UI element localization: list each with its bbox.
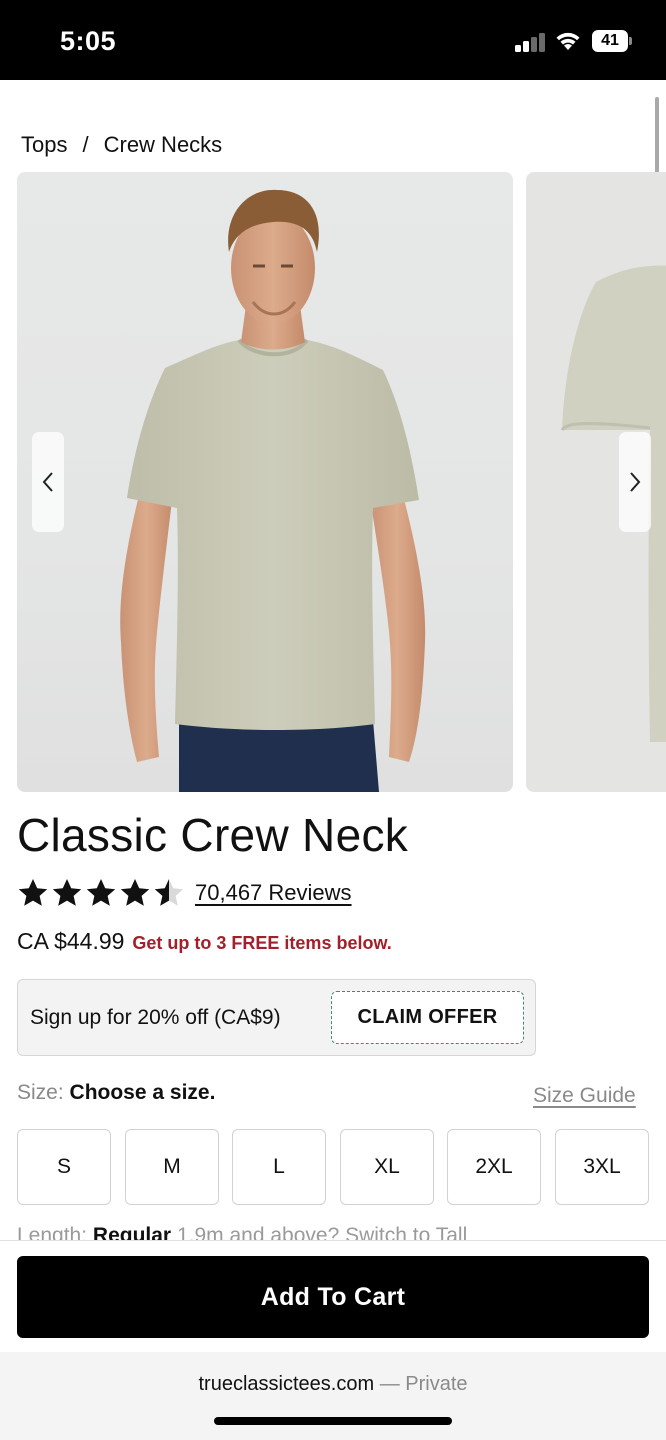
status-bar: 5:05 41 [0, 0, 666, 80]
length-value: Regular [92, 1226, 172, 1240]
private-mode-label: Private [405, 1373, 468, 1395]
browser-address-bar[interactable]: trueclassictees.com — Private [0, 1352, 666, 1440]
promo-text: Get up to 3 FREE items below. [132, 933, 392, 953]
add-to-cart-button[interactable]: Add To Cart [17, 1256, 649, 1338]
product-price: CA $44.99 [17, 928, 125, 954]
size-label-row: Size: Choose a size. [17, 1081, 215, 1105]
chevron-right-icon [630, 472, 641, 492]
star-full-icon [120, 879, 150, 906]
size-option-m[interactable]: M [125, 1129, 219, 1205]
size-option-xl[interactable]: XL [340, 1129, 434, 1205]
length-row: Length: Regular 1.9m and above? Switch t… [17, 1226, 657, 1240]
gallery-prev-button[interactable] [32, 432, 64, 532]
star-rating [17, 877, 185, 909]
claim-offer-button[interactable]: CLAIM OFFER [331, 991, 524, 1044]
switch-to-tall-link[interactable]: 1.9m and above? Switch to Tall [177, 1226, 467, 1240]
size-option-2xl[interactable]: 2XL [447, 1129, 541, 1205]
reviews-link[interactable]: 70,467 Reviews [195, 880, 352, 906]
wifi-icon [554, 29, 582, 51]
battery-icon: 41 [592, 30, 632, 52]
battery-level: 41 [592, 30, 628, 52]
cellular-signal-icon [515, 32, 547, 52]
star-half-icon [154, 879, 184, 906]
size-option-s[interactable]: S [17, 1129, 111, 1205]
star-full-icon [18, 879, 48, 906]
star-full-icon [86, 879, 116, 906]
size-guide-link[interactable]: Size Guide [533, 1084, 636, 1108]
offer-banner: Sign up for 20% off (CA$9) CLAIM OFFER [17, 979, 536, 1056]
size-option-l[interactable]: L [232, 1129, 326, 1205]
breadcrumb: Tops / Crew Necks [21, 132, 222, 158]
status-time: 5:05 [60, 26, 117, 56]
size-option-3xl[interactable]: 3XL [555, 1129, 649, 1205]
url-separator: — [379, 1373, 400, 1395]
breadcrumb-tops[interactable]: Tops [21, 132, 67, 158]
cart-bar: Add To Cart [0, 1240, 666, 1352]
home-indicator[interactable] [214, 1417, 452, 1425]
url-display[interactable]: trueclassictees.com — Private [0, 1373, 666, 1396]
gallery-next-button[interactable] [619, 432, 651, 532]
star-full-icon [52, 879, 82, 906]
breadcrumb-separator: / [82, 132, 89, 157]
url-domain: trueclassictees.com [198, 1373, 375, 1395]
breadcrumb-crew-necks[interactable]: Crew Necks [104, 132, 223, 158]
length-label: Length: [17, 1226, 88, 1240]
product-image-main[interactable] [17, 172, 513, 792]
product-title: Classic Crew Neck [17, 809, 409, 861]
rating-row: 70,467 Reviews [17, 876, 352, 910]
size-label: Size: [17, 1081, 64, 1104]
offer-text: Sign up for 20% off (CA$9) [30, 1006, 281, 1029]
size-options: S M L XL 2XL 3XL [17, 1129, 649, 1205]
price-row: CA $44.99 Get up to 3 FREE items below. [17, 928, 392, 955]
size-selection: Choose a size. [69, 1081, 216, 1104]
model-photo [120, 189, 426, 792]
chevron-left-icon [42, 472, 53, 492]
